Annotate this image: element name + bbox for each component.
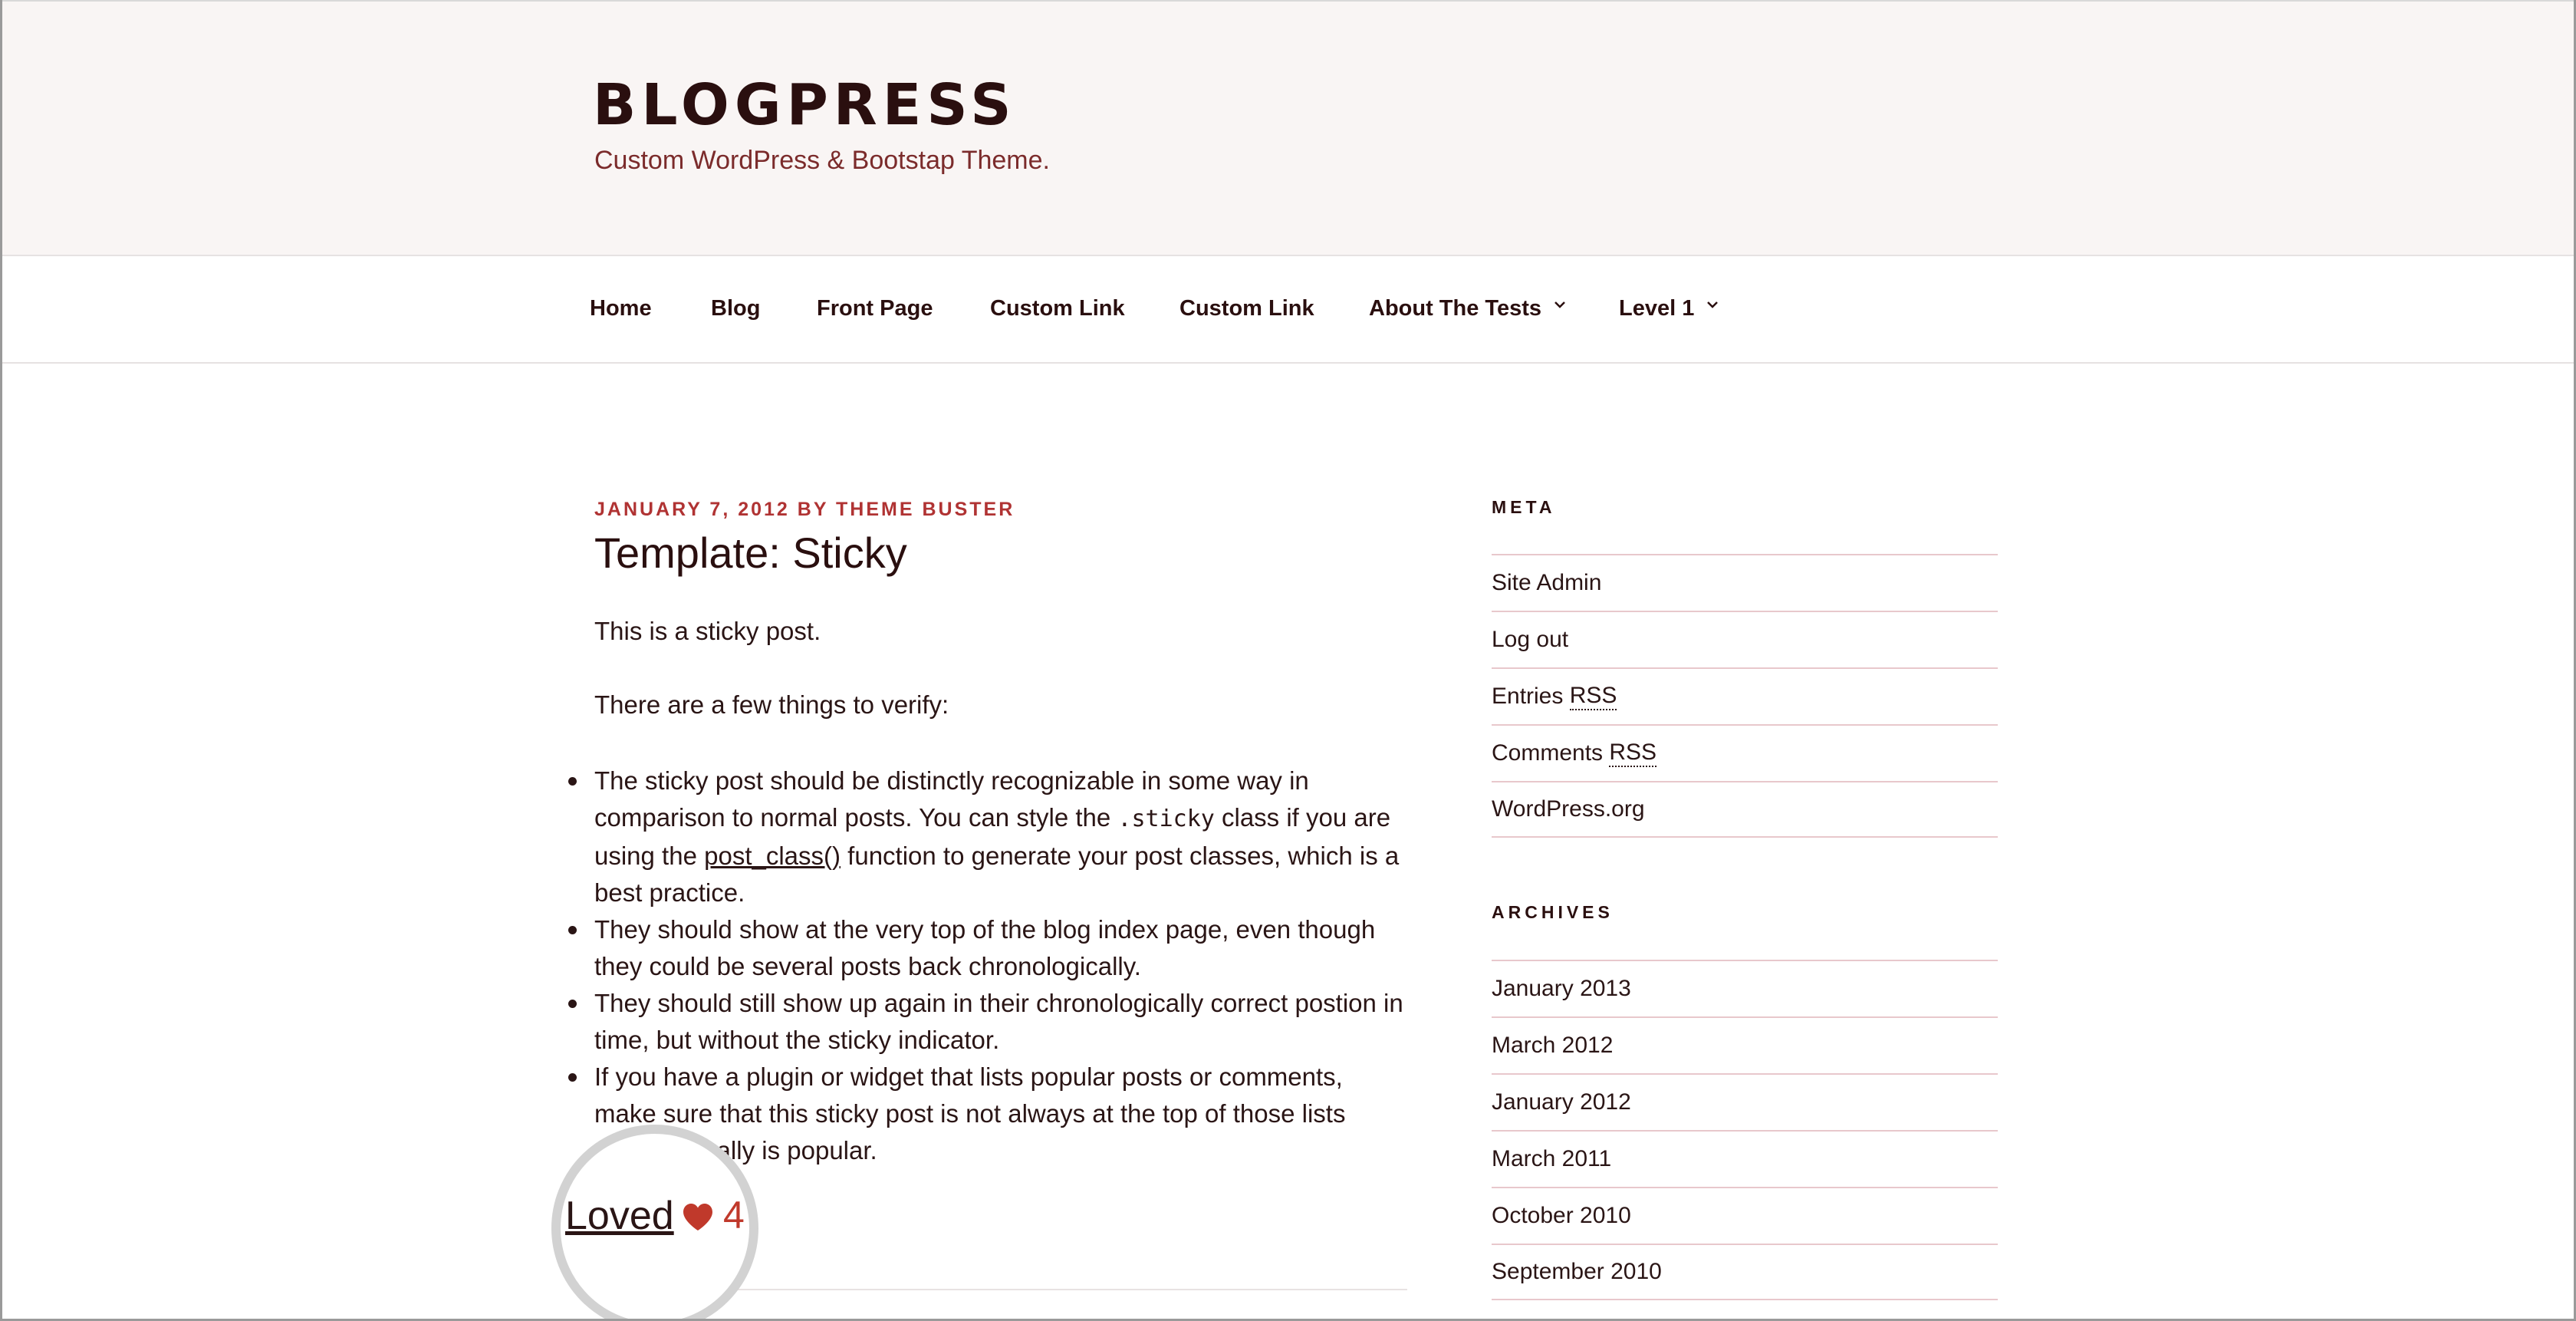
archive-item-label: September 2010 xyxy=(1492,1259,1662,1284)
main-navigation: Home Blog Front Page Custom Link Custom … xyxy=(2,255,2574,364)
archive-item-label: March 2011 xyxy=(1492,1146,1612,1171)
archive-item-label: January 2013 xyxy=(1492,976,1631,1001)
chevron-down-icon xyxy=(1554,301,1565,309)
archive-item-label: October 2010 xyxy=(1492,1203,1631,1228)
rss-abbr: RSS xyxy=(1609,740,1657,767)
nav-item-custom-link-2[interactable]: Custom Link xyxy=(1179,296,1314,321)
rss-abbr: RSS xyxy=(1569,683,1617,710)
widget-title-meta: META xyxy=(1492,497,1556,517)
archive-item[interactable]: January 2012 xyxy=(1492,1073,1998,1130)
nav-item-level-1[interactable]: Level 1 xyxy=(1619,296,1720,321)
meta-item-site-admin[interactable]: Site Admin xyxy=(1492,554,1998,611)
site-description: Custom WordPress & Bootstap Theme. xyxy=(594,146,1050,175)
nav-item-about-the-tests[interactable]: About The Tests xyxy=(1369,296,1568,321)
meta-item-log-out[interactable]: Log out xyxy=(1492,611,1998,667)
meta-item-label: Log out xyxy=(1492,627,1569,652)
inline-code: .sticky xyxy=(1117,805,1215,832)
meta-item-wordpress-org[interactable]: WordPress.org xyxy=(1492,781,1998,838)
heart-icon[interactable] xyxy=(682,1203,714,1232)
meta-item-entries-rss[interactable]: Entries RSS xyxy=(1492,667,1998,724)
meta-widget-list: Site Admin Log out Entries RSS Comments … xyxy=(1492,554,1998,838)
archives-widget-list: January 2013 March 2012 January 2012 Mar… xyxy=(1492,960,1998,1300)
archive-item-label: January 2012 xyxy=(1492,1089,1631,1115)
nav-item-about-the-tests-label: About The Tests xyxy=(1369,296,1542,321)
loved-button[interactable]: Loved xyxy=(565,1193,674,1239)
post-by: BY xyxy=(797,499,829,520)
loved-count: 4 xyxy=(723,1194,745,1237)
nav-item-custom-link-1[interactable]: Custom Link xyxy=(990,296,1125,321)
post-title[interactable]: Template: Sticky xyxy=(594,528,907,578)
browser-viewport: BLOGPRESS Custom WordPress & Bootstap Th… xyxy=(0,0,2576,1321)
archive-item[interactable]: January 2013 xyxy=(1492,960,1998,1016)
site-title[interactable]: BLOGPRESS xyxy=(593,72,1017,138)
nav-item-home[interactable]: Home xyxy=(590,296,652,321)
post-intro: This is a sticky post. xyxy=(594,617,821,645)
post-author[interactable]: THEME BUSTER xyxy=(836,499,1015,520)
nav-item-level-1-label: Level 1 xyxy=(1619,296,1695,321)
meta-item-label: Comments xyxy=(1492,740,1610,766)
meta-item-label: Site Admin xyxy=(1492,570,1602,595)
post-date[interactable]: JANUARY 7, 2012 xyxy=(594,499,790,520)
archive-item[interactable]: October 2010 xyxy=(1492,1187,1998,1244)
nav-item-front-page[interactable]: Front Page xyxy=(817,296,933,321)
list-item: They should show at the very top of the … xyxy=(568,911,1407,985)
chevron-down-icon xyxy=(1707,301,1719,309)
post-bullet-list: The sticky post should be distinctly rec… xyxy=(568,763,1407,1169)
archive-item[interactable]: March 2012 xyxy=(1492,1016,1998,1073)
meta-item-comments-rss[interactable]: Comments RSS xyxy=(1492,724,1998,781)
site-header: BLOGPRESS Custom WordPress & Bootstap Th… xyxy=(2,0,2574,255)
nav-item-blog[interactable]: Blog xyxy=(711,296,760,321)
meta-item-label: Entries xyxy=(1492,684,1570,709)
post-lead: There are a few things to verify: xyxy=(594,690,949,719)
archive-item[interactable]: March 2011 xyxy=(1492,1130,1998,1187)
list-item: The sticky post should be distinctly rec… xyxy=(568,763,1407,911)
archive-item-label: March 2012 xyxy=(1492,1033,1614,1058)
list-item: They should still show up again in their… xyxy=(568,985,1407,1059)
archive-item[interactable]: September 2010 xyxy=(1492,1244,1998,1300)
post-meta: JANUARY 7, 2012 BY THEME BUSTER xyxy=(594,499,1015,521)
meta-item-label: WordPress.org xyxy=(1492,796,1645,822)
post-class-link[interactable]: post_class() xyxy=(704,842,841,870)
widget-title-archives: ARCHIVES xyxy=(1492,902,1614,922)
